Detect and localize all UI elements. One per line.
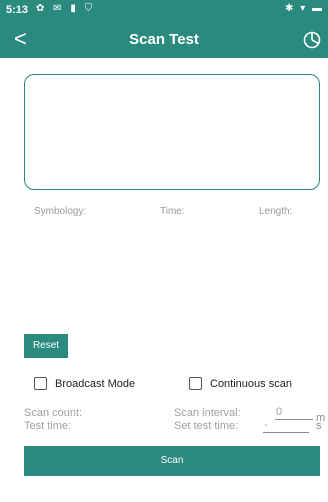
set-test-time-unit: s (316, 420, 322, 432)
set-test-time-label: Set test time: (174, 420, 239, 432)
scan-count-label: Scan count: (24, 407, 83, 419)
notification-icons: ✿ ✉ ▮ ⛉ (36, 3, 96, 14)
continuous-scan-option[interactable]: Continuous scan (189, 377, 292, 390)
broadcast-mode-checkbox[interactable] (34, 377, 47, 390)
length-label: Length: (259, 206, 293, 217)
status-time: 5:13 (6, 4, 29, 16)
continuous-scan-checkbox[interactable] (189, 377, 202, 390)
time-label: Time: (160, 206, 185, 217)
test-time-label: Test time: (24, 420, 72, 432)
broadcast-mode-label: Broadcast Mode (55, 377, 136, 390)
page-title: Scan Test (129, 31, 199, 48)
system-status-icons: ✱ ▾ ▬ (285, 3, 324, 14)
broadcast-mode-option[interactable]: Broadcast Mode (34, 377, 135, 390)
symbology-label: Symbology: (34, 206, 87, 217)
reset-button[interactable]: Reset (24, 334, 68, 358)
continuous-scan-label: Continuous scan (210, 377, 292, 390)
set-test-time-input[interactable] (263, 417, 309, 433)
status-bar: 5:13 ✿ ✉ ▮ ⛉ ✱ ▾ ▬ (0, 0, 328, 22)
clock-icon[interactable] (302, 30, 322, 50)
scan-button[interactable]: Scan (24, 446, 320, 476)
app-bar: < Scan Test (0, 22, 328, 58)
scan-interval-label: Scan interval: (174, 407, 241, 419)
scan-result-box[interactable] (24, 74, 320, 190)
